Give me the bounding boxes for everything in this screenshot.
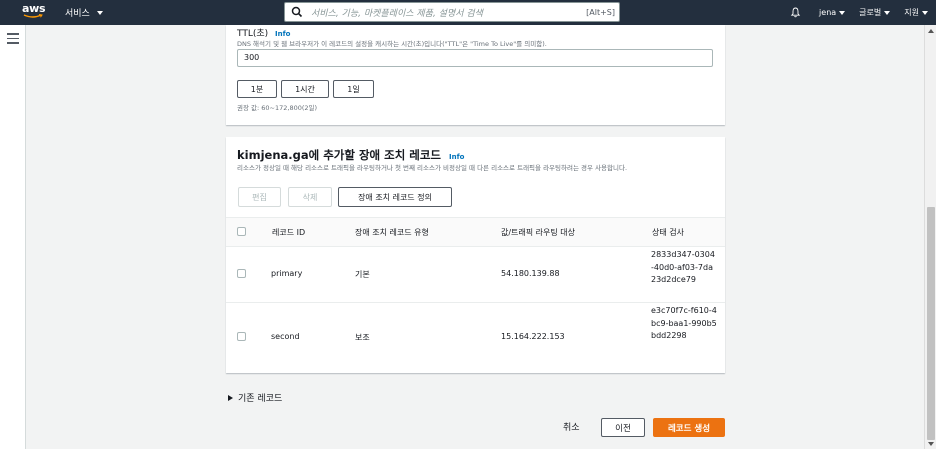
failover-records-table: 레코드 ID 장애 조치 레코드 유형 값/트래픽 라우팅 대상 상태 검사 p…	[226, 217, 725, 372]
record-id: primary	[271, 269, 303, 278]
column-record-id: 레코드 ID	[272, 228, 306, 237]
failover-description: 리소스가 정상일 때 해당 리소스로 트래픽을 라우팅하거나 첫 번째 리소스가…	[237, 164, 628, 172]
search-icon	[291, 6, 303, 18]
notifications-button[interactable]	[790, 7, 805, 18]
scroll-down-icon[interactable]	[928, 442, 934, 446]
user-menu[interactable]: jena	[819, 8, 846, 17]
region-menu[interactable]: 글로벌	[859, 7, 891, 18]
failover-title: kimjena.ga에 추가할 장애 조치 레코드	[237, 148, 442, 162]
health-check-id: 2833d347-0304-40d0-af03-7da23d2dce79	[651, 250, 715, 284]
previous-button[interactable]: 이전	[601, 418, 645, 437]
aws-smile-icon	[23, 14, 43, 18]
search-input[interactable]: 서비스, 기능, 마켓플레이스 제품, 설명서 검색	[311, 6, 586, 19]
support-label: 지원	[904, 8, 919, 17]
search-bar[interactable]: 서비스, 기능, 마켓플레이스 제품, 설명서 검색 [Alt+S]	[284, 2, 620, 22]
ttl-panel: TTL(초) Info DNS 해석기 및 웹 브라우저가 이 레코드의 설정을…	[226, 25, 725, 125]
top-navigation: aws 서비스 서비스, 기능, 마켓플레이스 제품, 설명서 검색 [Alt+…	[0, 0, 936, 25]
ttl-input[interactable]: 300	[237, 49, 713, 67]
scroll-thumb[interactable]	[927, 207, 935, 440]
delete-button[interactable]: 삭제	[288, 187, 332, 207]
table-header: 레코드 ID 장애 조치 레코드 유형 값/트래픽 라우팅 대상 상태 검사	[226, 217, 725, 247]
aws-logo-text: aws	[22, 2, 46, 15]
health-check-id: e3c70f7c-f610-4bc9-baa1-990b5bdd2298	[651, 306, 717, 340]
edit-button[interactable]: 편집	[238, 187, 281, 207]
user-label: jena	[819, 8, 837, 17]
caret-down-icon	[922, 10, 928, 15]
table-row[interactable]: primary 기본 54.180.139.88 2833d347-0304-4…	[226, 247, 725, 303]
region-label: 글로벌	[859, 8, 882, 17]
column-value-target: 값/트래픽 라우팅 대상	[501, 228, 576, 237]
failover-type: 기본	[355, 270, 370, 279]
record-value: 54.180.139.88	[501, 269, 560, 278]
failover-title-row: kimjena.ga에 추가할 장애 조치 레코드 Info	[237, 147, 465, 163]
page-scrollbar[interactable]	[924, 25, 936, 449]
ttl-hint: 권장 값: 60~172,800(2일)	[237, 104, 318, 112]
existing-records-expander[interactable]: 기존 레코드	[228, 391, 282, 404]
scroll-up-icon[interactable]	[928, 29, 934, 33]
aws-logo[interactable]: aws	[22, 3, 46, 21]
bell-icon	[790, 7, 801, 18]
services-menu[interactable]: 서비스	[65, 6, 103, 19]
define-failover-record-button[interactable]: 장애 조치 레코드 정의	[338, 187, 452, 207]
ttl-preset-1hour-button[interactable]: 1시간	[281, 80, 329, 98]
select-all-checkbox[interactable]	[237, 227, 246, 236]
menu-icon[interactable]	[7, 33, 19, 44]
ttl-info-link[interactable]: Info	[275, 30, 290, 38]
nav-right: jena 글로벌 지원	[790, 0, 936, 25]
ttl-preset-1day-button[interactable]: 1일	[333, 80, 374, 98]
search-shortcut: [Alt+S]	[586, 7, 615, 17]
failover-type: 보조	[355, 333, 370, 342]
caret-right-icon	[228, 394, 233, 401]
column-health-check: 상태 검사	[652, 228, 684, 237]
row-checkbox[interactable]	[237, 332, 246, 341]
existing-records-label: 기존 레코드	[238, 394, 283, 404]
side-rail	[0, 25, 26, 449]
services-label: 서비스	[65, 9, 90, 19]
support-menu[interactable]: 지원	[904, 7, 928, 18]
column-failover-type: 장애 조치 레코드 유형	[355, 228, 429, 237]
ttl-description: DNS 해석기 및 웹 브라우저가 이 레코드의 설정을 캐시하는 시간(초)입…	[237, 40, 547, 48]
ttl-preset-1min-button[interactable]: 1분	[237, 80, 277, 98]
caret-down-icon	[96, 10, 103, 15]
cancel-button[interactable]: 취소	[563, 420, 580, 433]
record-value: 15.164.222.153	[501, 332, 565, 341]
record-id: second	[271, 332, 300, 341]
failover-records-panel: kimjena.ga에 추가할 장애 조치 레코드 Info 리소스가 정상일 …	[226, 137, 725, 373]
caret-down-icon	[884, 10, 891, 15]
create-records-button[interactable]: 레코드 생성	[653, 418, 725, 437]
caret-down-icon	[839, 10, 846, 15]
row-checkbox[interactable]	[237, 269, 246, 278]
failover-info-link[interactable]: Info	[449, 153, 464, 161]
table-row[interactable]: second 보조 15.164.222.153 e3c70f7c-f610-4…	[226, 303, 725, 372]
